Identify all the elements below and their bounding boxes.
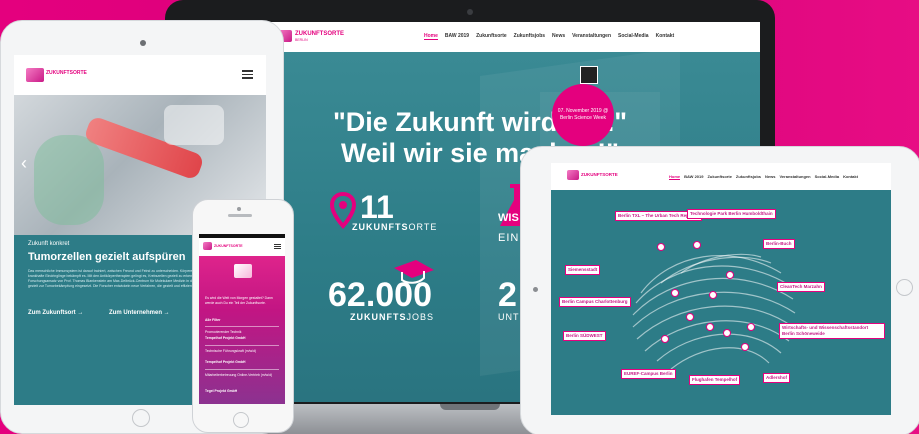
divider <box>205 326 279 327</box>
stat-orte-label-rest: ORTE <box>408 222 438 232</box>
nav-home[interactable]: Home <box>669 174 681 180</box>
carousel-prev-icon[interactable]: ‹ <box>21 153 27 174</box>
phone-filter[interactable]: Alle Filter <box>205 318 220 323</box>
map-label-adlershof[interactable]: Adlershof <box>763 373 791 383</box>
stat-unternehmen-label-partial: UNT <box>498 312 520 322</box>
map-dot-siemensstadt[interactable] <box>671 289 679 297</box>
job-title-2[interactable]: Technische Führungskraft (m/w/d) <box>205 349 279 354</box>
tablet-right-topbar: ZUKUNFTSORTE Home BAW 2019 Zukunftsorte … <box>551 163 891 190</box>
nav-social-media[interactable]: Social-Media <box>618 33 649 40</box>
job-company-1: Tempelhof Projekt GmbH <box>205 336 246 340</box>
map-label-humboldthain[interactable]: Technologie Park Berlin Humboldthain <box>687 209 776 219</box>
nav-kontakt[interactable]: Kontakt <box>843 174 858 180</box>
phone-topbar: ZUKUNFTSORTE <box>199 238 285 256</box>
nav-social-media[interactable]: Social-Media <box>815 174 839 180</box>
glove-image <box>34 135 104 225</box>
tablet-right-nav: Home BAW 2019 Zukunftsorte Zukunftsjobs … <box>669 174 858 180</box>
map-label-siemensstadt[interactable]: Siemensstadt <box>565 265 601 275</box>
nav-zukunftsorte[interactable]: Zukunftsorte <box>707 174 731 180</box>
science-week-logo-icon <box>580 66 598 84</box>
map-dot-euref[interactable] <box>706 323 714 331</box>
stat-jobs-label-rest: JOBS <box>406 312 435 322</box>
stat-jobs-label-bold: ZUKUNFTS <box>350 312 407 322</box>
map-dot-tempelhof[interactable] <box>723 329 731 337</box>
laptop-brand-sub: BERLIN <box>295 38 308 42</box>
tablet-left-topbar: ZUKUNFTSORTE <box>14 55 266 95</box>
job-company-2: Tempelhof Projekt GmbH <box>205 360 246 364</box>
phone-hamburger-icon[interactable] <box>274 244 281 250</box>
laptop-brand[interactable]: ZUKUNFTSORTE <box>295 31 344 37</box>
hamburger-menu-icon[interactable] <box>242 70 253 79</box>
divider <box>205 345 279 346</box>
phone-speaker <box>228 214 252 217</box>
link-unternehmen[interactable]: Zum Unternehmen → <box>109 310 170 316</box>
logo-icon <box>26 68 44 82</box>
event-badge-text: 07. November 2019 @ Berlin Science Week <box>557 108 609 121</box>
map-dot-suedwest[interactable] <box>661 335 669 343</box>
phone-hero-logo-icon <box>234 264 252 278</box>
phone-intro: Es wird die Welt von Morgen gestaltet? D… <box>205 296 273 305</box>
job-title-3[interactable]: Mitarbeiterbetreuung Online-Vertrieb (m/… <box>205 373 279 378</box>
stat-orte-number: 11 <box>360 189 394 225</box>
job-title-1[interactable]: Promovierender Technik <box>205 330 279 335</box>
tablet-left-brand[interactable]: ZUKUNFTSORTE <box>46 70 87 76</box>
nav-veranstaltungen[interactable]: Veranstaltungen <box>779 174 810 180</box>
stat-orte-label-bold: ZUKUNFTS <box>352 222 409 232</box>
tablet-right-brand[interactable]: ZUKUNFTSORTE <box>581 172 618 177</box>
phone-screen: ZUKUNFTSORTE Es wird die Welt von Morgen… <box>199 234 285 404</box>
stat-wissenschaft-partial: WIS <box>498 212 519 224</box>
map-dot-marzahn[interactable] <box>726 271 734 279</box>
nav-home[interactable]: Home <box>424 33 438 40</box>
laptop-nav: Home BAW 2019 Zukunftsorte Zukunftsjobs … <box>424 33 674 40</box>
nav-zukunftsorte[interactable]: Zukunftsorte <box>476 33 507 40</box>
nav-zukunftsjobs[interactable]: Zukunftsjobs <box>736 174 761 180</box>
map-dot-center[interactable] <box>709 291 717 299</box>
tablet-right-screen: ZUKUNFTSORTE Home BAW 2019 Zukunftsorte … <box>551 163 891 415</box>
map-label-schoeneweide[interactable]: Wirtschafts- und Wissenschaftsstandort B… <box>779 323 885 339</box>
tablet-right-home-button[interactable] <box>896 279 913 296</box>
phone-brand[interactable]: ZUKUNFTSORTE <box>214 244 243 248</box>
map-dot-charlottenburg[interactable] <box>686 313 694 321</box>
pipette-image <box>164 105 224 145</box>
tablet-left-home-button[interactable] <box>132 409 150 427</box>
map-label-charlottenburg[interactable]: Berlin Campus Charlottenburg <box>559 297 631 307</box>
tablet-left-kicker: Zukunft konkret <box>28 241 70 247</box>
nav-news[interactable]: News <box>552 33 565 40</box>
stat-orte-label: ZUKUNFTSORTE <box>352 222 437 232</box>
nav-baw[interactable]: BAW 2019 <box>684 174 703 180</box>
tablet-left-title: Tumorzellen gezielt aufspüren <box>28 251 186 263</box>
phone-home-button[interactable] <box>233 412 249 428</box>
nav-baw[interactable]: BAW 2019 <box>445 33 469 40</box>
map-label-suedwest[interactable]: Berlin SÜDWEST <box>563 331 606 341</box>
graduation-cap-icon <box>394 260 434 284</box>
logo-icon <box>203 242 212 250</box>
stat-unternehmen-partial: 2 <box>498 276 517 314</box>
tablet-right-camera-icon <box>533 287 538 292</box>
map-label-marzahn[interactable]: CleanTech Marzahn <box>777 282 825 292</box>
divider <box>205 369 279 370</box>
map-label-buch[interactable]: Berlin-Buch <box>763 239 795 249</box>
nav-zukunftsjobs[interactable]: Zukunftsjobs <box>514 33 545 40</box>
map-dot-adlershof[interactable] <box>741 343 749 351</box>
event-badge[interactable]: 07. November 2019 @ Berlin Science Week <box>552 84 614 146</box>
nav-kontakt[interactable]: Kontakt <box>656 33 675 40</box>
laptop-camera-icon <box>467 9 473 15</box>
phone-camera-icon <box>237 207 241 211</box>
stat-wissenschaft-label-partial: EIN <box>498 232 520 244</box>
map-label-tempelhof[interactable]: Flughafen Tempelhof <box>689 375 741 385</box>
logo-icon <box>567 170 579 180</box>
job-company-3: Tegel Projekt GmbH <box>205 389 238 393</box>
link-zukunftsort[interactable]: Zum Zukunftsort → <box>28 310 83 316</box>
nav-veranstaltungen[interactable]: Veranstaltungen <box>572 33 611 40</box>
map-label-euref[interactable]: EUREF-Campus Berlin <box>621 369 676 379</box>
mockup-scene: ZUKUNFTSORTE BERLIN Home BAW 2019 Zukunf… <box>0 0 919 434</box>
tablet-left-camera-icon <box>140 40 146 46</box>
map-dot-txl[interactable] <box>657 243 665 251</box>
stat-jobs-label: ZUKUNFTSJOBS <box>350 312 434 322</box>
laptop-notch <box>440 404 500 410</box>
map-dot-humboldthain[interactable] <box>693 241 701 249</box>
map-dot-schoeneweide[interactable] <box>747 323 755 331</box>
nav-news[interactable]: News <box>765 174 775 180</box>
